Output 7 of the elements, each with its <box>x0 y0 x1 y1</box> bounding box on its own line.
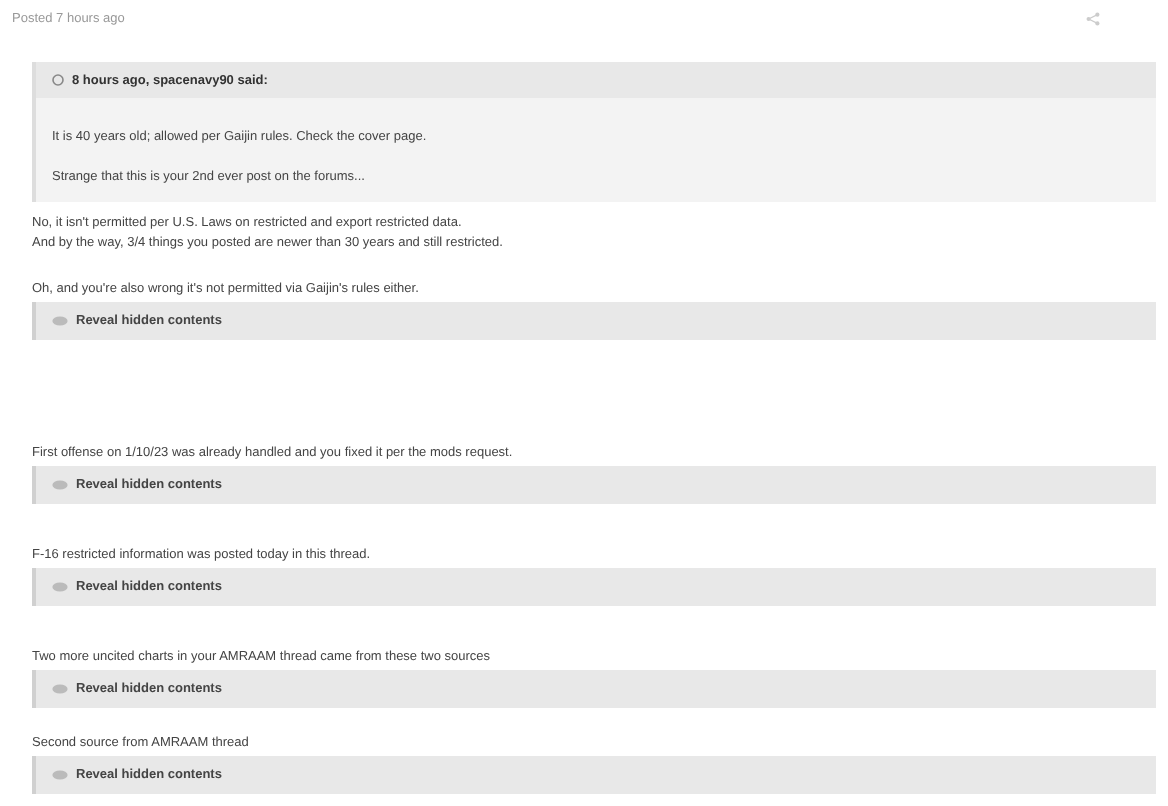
eye-icon <box>52 684 68 694</box>
eye-icon <box>52 770 68 780</box>
eye-icon <box>52 582 68 592</box>
eye-icon <box>52 316 68 326</box>
clock-icon <box>52 74 64 86</box>
share-icon[interactable] <box>1086 11 1100 25</box>
eye-icon <box>52 480 68 490</box>
